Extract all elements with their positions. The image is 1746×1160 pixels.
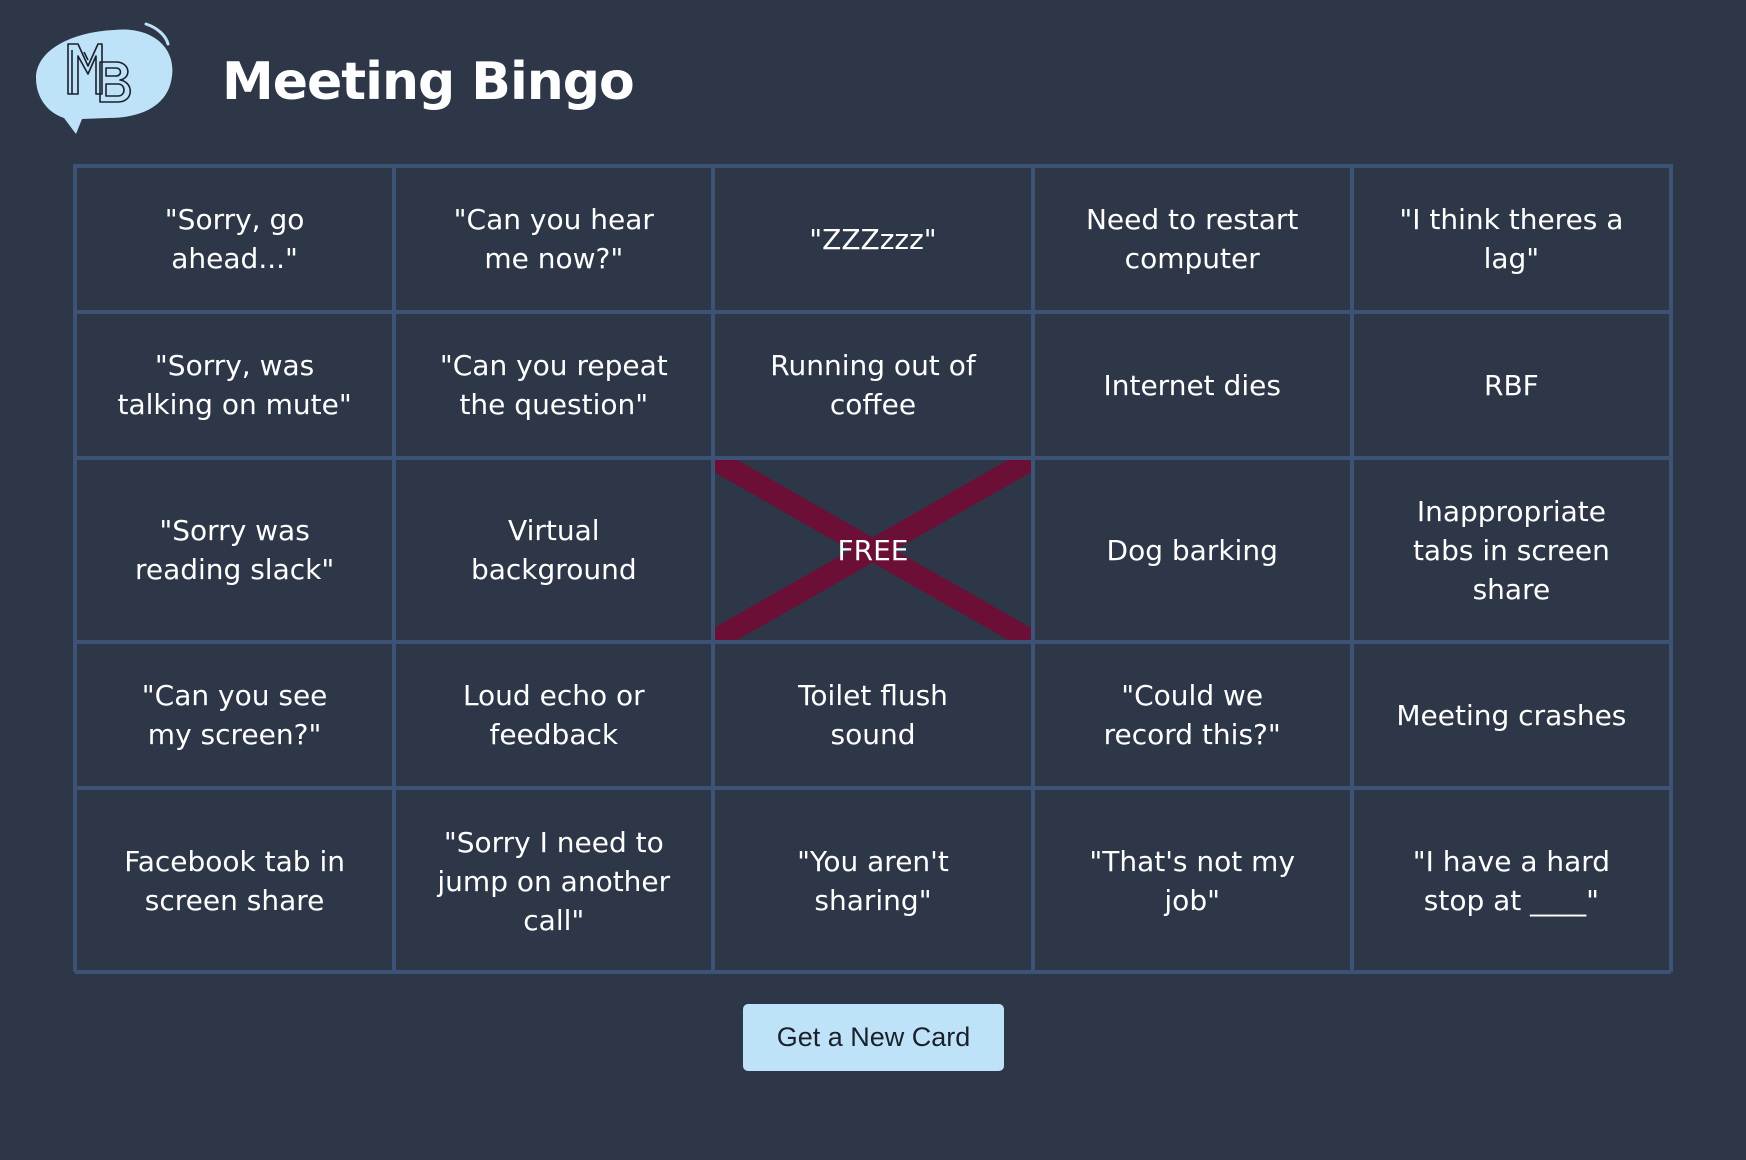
bingo-cell[interactable]: Running out of coffee [713,312,1033,458]
bingo-cell[interactable]: Internet dies [1032,312,1352,458]
bingo-cell[interactable]: Loud echo or feedback [394,642,714,788]
app-title: Meeting Bingo [222,52,635,112]
bingo-cell-label: Need to restart computer [1085,203,1299,275]
bingo-cell[interactable]: "Can you see my screen?" [75,642,395,788]
bingo-board: "Sorry, go ahead..." "Can you hear me now… [73,164,1673,974]
bingo-cell[interactable]: Facebook tab in screen share [75,788,395,974]
logo-icon [36,22,173,134]
bingo-cell[interactable]: "ZZZzzz" [713,166,1033,312]
bingo-cell[interactable]: "You aren't sharing" [713,788,1033,974]
bingo-cell[interactable]: Meeting crashes [1351,642,1671,788]
bingo-cell-label: "I think theres a lag" [1399,203,1624,275]
bingo-cell-label: Loud echo or feedback [462,679,645,751]
bingo-cell-label: Facebook tab in screen share [124,845,345,917]
bingo-cell-label: Inappropriate tabs in screen share [1412,494,1610,606]
bingo-cell-label: "Can you see my screen?" [141,679,328,751]
bingo-cell[interactable]: Virtual background [394,458,714,642]
bingo-cell[interactable]: RBF [1351,312,1671,458]
bingo-cell-label: FREE [837,533,909,567]
bingo-cell[interactable]: Dog barking [1032,458,1352,642]
bingo-cell-label: "Sorry I need to jump on another call" [437,825,671,937]
bingo-cell[interactable]: Toilet flush sound [713,642,1033,788]
bingo-cell-label: "Can you hear me now?" [453,203,654,275]
bingo-cell[interactable]: "I think theres a lag" [1351,166,1671,312]
bingo-cell-label: RBF [1484,368,1539,402]
bingo-cell[interactable]: "Could we record this?" [1032,642,1352,788]
bingo-cell[interactable]: "That's not my job" [1032,788,1352,974]
new-card-button[interactable]: Get a New Card [743,1004,1004,1071]
bingo-cell[interactable]: "Sorry I need to jump on another call" [394,788,714,974]
bingo-cell-label: "Can you repeat the question" [439,349,668,421]
bingo-cell[interactable]: "Sorry was reading slack" [75,458,395,642]
bingo-cell-label: "You aren't sharing" [797,845,949,917]
bingo-cell-label: Toilet flush sound [798,679,948,751]
bingo-cell[interactable]: "Can you hear me now?" [394,166,714,312]
bingo-cell-label: Meeting crashes [1396,698,1627,732]
bingo-cell-label: "Sorry was reading slack" [134,514,335,586]
bingo-cell[interactable]: Inappropriate tabs in screen share [1351,458,1671,642]
bingo-cell-label: Running out of coffee [770,349,976,421]
bingo-cell[interactable]: "Sorry, was talking on mute" [75,312,395,458]
bingo-cell-label: "Could we record this?" [1103,679,1281,751]
header: Meeting Bingo [34,22,635,142]
bingo-cell-label: Dog barking [1106,533,1278,567]
bingo-cell-label: "Sorry, was talking on mute" [117,349,352,421]
bingo-cell-label: "That's not my job" [1089,845,1296,917]
bingo-cell-label: "Sorry, go ahead..." [164,203,305,275]
bingo-cell-label: "ZZZzzz" [809,222,937,256]
bingo-cell-label: Internet dies [1103,368,1281,402]
bingo-cell[interactable]: Need to restart computer [1032,166,1352,312]
bingo-cell[interactable]: "Can you repeat the question" [394,312,714,458]
bingo-cell-label: Virtual background [470,514,637,586]
bingo-cell-marked[interactable]: FREE [713,458,1033,642]
bingo-cell[interactable]: "Sorry, go ahead..." [75,166,395,312]
bingo-cell[interactable]: "I have a hard stop at ____" [1351,788,1671,974]
bingo-cell-label: "I have a hard stop at ____" [1412,845,1611,917]
